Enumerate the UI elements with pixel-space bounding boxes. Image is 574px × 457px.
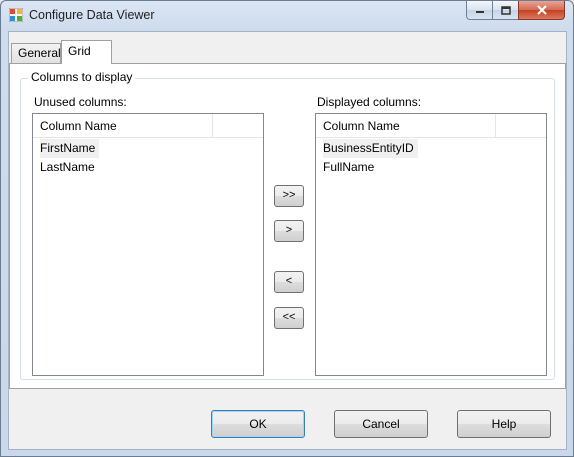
tab-general[interactable]: General (11, 43, 61, 63)
maximize-button[interactable] (492, 1, 519, 20)
remove-all-columns-button[interactable]: << (274, 307, 304, 329)
maximize-icon (500, 5, 511, 15)
list-item[interactable]: BusinessEntityID (316, 139, 546, 158)
list-item-text: FullName (323, 160, 375, 174)
list-item-text: BusinessEntityID (323, 139, 418, 158)
list-header: Column Name (316, 114, 546, 138)
column-name-header[interactable]: Column Name (33, 114, 213, 138)
list-item[interactable]: LastName (33, 158, 263, 177)
dialog-window: Configure Data Viewer General Grid Colum… (0, 0, 574, 457)
cancel-button[interactable]: Cancel (334, 410, 428, 438)
close-icon (536, 5, 547, 15)
tab-grid[interactable]: Grid (61, 40, 112, 64)
data-viewer-app-icon (9, 8, 23, 22)
empty-column-header[interactable] (496, 114, 546, 138)
window-title: Configure Data Viewer (29, 8, 155, 22)
help-button[interactable]: Help (457, 410, 551, 438)
list-item-text: LastName (40, 160, 95, 174)
grid-tab-page: Columns to display Unused columns: Displ… (9, 63, 566, 389)
close-button[interactable] (518, 1, 565, 20)
title-bar[interactable]: Configure Data Viewer (1, 1, 573, 31)
column-name-header[interactable]: Column Name (316, 114, 496, 138)
displayed-columns-list[interactable]: Column Name BusinessEntityID FullName (315, 113, 547, 376)
minimize-icon (475, 11, 484, 13)
unused-columns-label: Unused columns: (34, 95, 127, 109)
empty-column-header[interactable] (213, 114, 263, 138)
minimize-button[interactable] (466, 1, 493, 20)
unused-columns-list[interactable]: Column Name FirstName LastName (32, 113, 264, 376)
list-item-text: FirstName (40, 139, 100, 158)
columns-groupbox-legend: Columns to display (28, 70, 136, 84)
remove-column-button[interactable]: < (274, 271, 304, 293)
dialog-client-area: General Grid Columns to display Unused c… (8, 31, 567, 450)
add-column-button[interactable]: > (274, 220, 304, 242)
add-all-columns-button[interactable]: >> (274, 185, 304, 207)
displayed-columns-label: Displayed columns: (317, 95, 422, 109)
ok-button[interactable]: OK (211, 410, 305, 438)
list-item[interactable]: FullName (316, 158, 546, 177)
list-header: Column Name (33, 114, 263, 138)
list-item[interactable]: FirstName (33, 139, 263, 158)
